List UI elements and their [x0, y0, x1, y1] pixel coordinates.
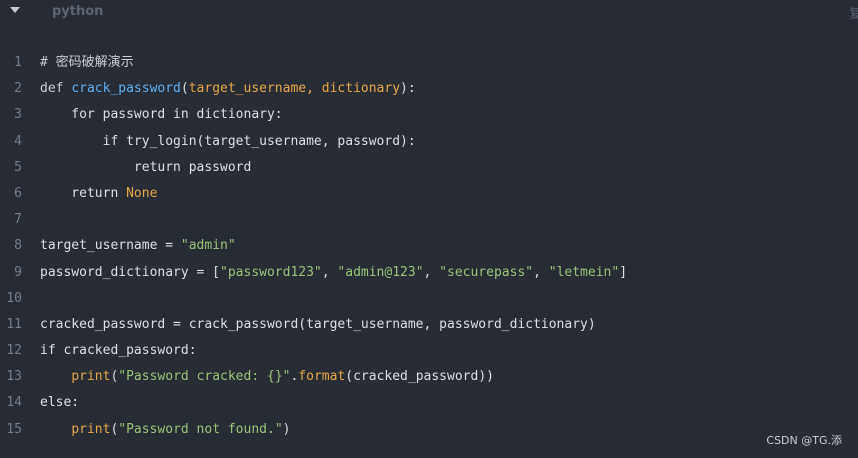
- language-label: python: [52, 4, 104, 19]
- line-code: print("Password not found."): [40, 417, 290, 443]
- line-code: else:: [40, 390, 79, 416]
- code-token: for password in dictionary:: [40, 107, 283, 123]
- line-code: target_username = "admin": [40, 233, 236, 259]
- code-token: ):: [400, 81, 416, 97]
- code-header: python 复制: [0, 0, 858, 24]
- code-line: 13 print("Password cracked: {}".format(c…: [0, 364, 858, 390]
- line-number: 4: [14, 133, 22, 149]
- code-token: ,: [533, 264, 549, 280]
- code-token: "Password cracked: {}": [118, 369, 291, 385]
- line-number: 10: [6, 290, 22, 306]
- code-token: else:: [40, 395, 80, 411]
- line-number: 6: [14, 185, 22, 201]
- code-token: (: [180, 81, 189, 97]
- line-number: 5: [14, 159, 22, 175]
- line-code: return None: [40, 181, 157, 207]
- code-line: 6 return None: [0, 181, 858, 207]
- code-token: "Password not found.": [118, 421, 283, 437]
- code-line: 7: [0, 207, 858, 233]
- code-token: print: [71, 421, 111, 437]
- line-code: cracked_password = crack_password(target…: [40, 312, 596, 338]
- code-token: ]: [619, 264, 628, 280]
- line-code: def crack_password(target_username, dict…: [40, 76, 416, 102]
- line-number: 9: [14, 264, 22, 280]
- line-number: 12: [6, 343, 22, 359]
- code-token: "securepass": [439, 264, 534, 280]
- line-number: 3: [14, 107, 22, 123]
- code-area[interactable]: 1 # 密码破解演示 2 def crack_password(target_user…: [0, 50, 858, 443]
- code-token: return: [40, 185, 127, 201]
- code-token: # 密码破解演示: [40, 55, 134, 70]
- line-number: 14: [6, 395, 22, 411]
- code-line: 4 if try_login(target_username, password…: [0, 129, 858, 155]
- code-token: if try_login(target_username, password):: [40, 133, 416, 149]
- code-token: "password123": [220, 264, 322, 280]
- code-token: ,: [423, 264, 440, 280]
- line-number: 15: [6, 421, 22, 437]
- line-number: 7: [14, 212, 22, 228]
- code-token: crack_password: [71, 81, 181, 97]
- code-token: ): [282, 421, 291, 437]
- line-number: 2: [14, 81, 22, 97]
- code-token: "admin": [180, 238, 236, 254]
- code-line: 5 return password: [0, 155, 858, 181]
- code-token: "admin@123": [337, 264, 424, 280]
- code-line: 11 cracked_password = crack_password(targ…: [0, 312, 858, 338]
- line-number: 11: [6, 316, 22, 332]
- code-line: 15 print("Password not found."): [0, 417, 858, 443]
- line-code: for password in dictionary:: [40, 102, 283, 128]
- code-token: cracked_password = crack_password(target…: [40, 316, 596, 332]
- code-token: ,: [321, 264, 338, 280]
- code-token: "letmein": [548, 264, 620, 280]
- copy-button[interactable]: 复制: [849, 3, 858, 22]
- code-line: 3 for password in dictionary:: [0, 102, 858, 128]
- code-token: (cracked_password)): [345, 369, 494, 385]
- code-line: 10: [0, 286, 858, 312]
- code-token: print: [71, 369, 111, 385]
- line-code: password_dictionary = ["password123", "a…: [40, 260, 627, 286]
- line-number: 8: [14, 238, 22, 254]
- code-block: python 复制 1# 密码破解演示2def crack_password(t…: [0, 0, 858, 458]
- code-token: target_username, dictionary: [188, 81, 401, 97]
- code-token: if cracked_password:: [40, 343, 197, 359]
- line-code: if try_login(target_username, password):: [40, 129, 416, 155]
- code-token: password_dictionary = [: [40, 264, 221, 280]
- line-number: 13: [6, 369, 22, 385]
- caret-down-icon[interactable]: [10, 6, 20, 14]
- line-code: return password: [40, 155, 251, 181]
- code-line: 14 else:: [0, 390, 858, 416]
- watermark: CSDN @TG.添: [766, 434, 842, 447]
- code-line: 2 def crack_password(target_username, dic…: [0, 76, 858, 102]
- line-code: if cracked_password:: [40, 338, 197, 364]
- code-line: 8 target_username = "admin": [0, 233, 858, 259]
- code-line: 1 # 密码破解演示: [0, 50, 858, 76]
- code-line: 9 password_dictionary = ["password123", "…: [0, 260, 858, 286]
- code-token: format: [298, 369, 346, 385]
- line-code: print("Password cracked: {}".format(crac…: [40, 364, 494, 390]
- line-number: 1: [14, 55, 22, 70]
- code-token: target_username =: [40, 238, 181, 254]
- code-token: def: [40, 81, 72, 97]
- code-line: 12 if cracked_password:: [0, 338, 858, 364]
- code-token: None: [126, 185, 158, 201]
- line-code: # 密码破解演示: [40, 50, 134, 76]
- code-token: return password: [40, 159, 252, 175]
